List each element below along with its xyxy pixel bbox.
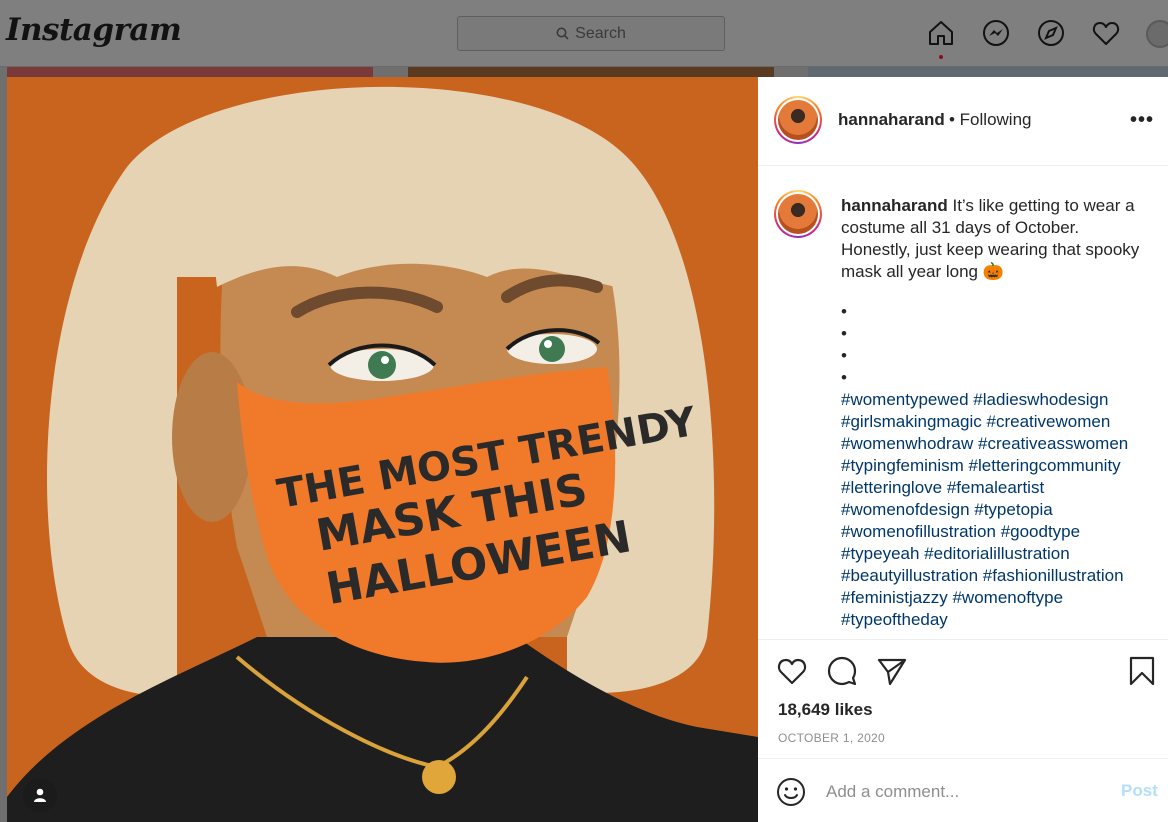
search-box[interactable]: Search [457, 16, 725, 51]
post-date[interactable]: OCTOBER 1, 2020 [778, 731, 885, 745]
save-bookmark-icon[interactable] [1126, 655, 1158, 687]
user-icon [34, 788, 46, 802]
search-placeholder: Search [575, 24, 626, 42]
post-header: hannaharand • Following ••• [758, 77, 1168, 166]
caption-hashtags[interactable]: #womentypewed #ladieswhodesign #girlsmak… [841, 389, 1151, 631]
share-icon[interactable] [876, 655, 908, 687]
comment-input[interactable] [826, 777, 1106, 807]
author-username[interactable]: hannaharand [838, 110, 945, 130]
post-actions-section: 18,649 likes OCTOBER 1, 2020 Post [758, 639, 1168, 822]
pumpkin-pendant [422, 760, 456, 794]
active-indicator [939, 55, 943, 59]
comment-bar: Post [758, 758, 1168, 822]
caption-dots: • • • • [841, 302, 847, 387]
home-icon[interactable] [926, 18, 956, 48]
illustration-artwork: THE MOST TRENDY MASK THIS HALLOWEEN [7, 77, 758, 822]
post-comment-button[interactable]: Post [1121, 781, 1158, 801]
messenger-icon[interactable] [981, 18, 1011, 48]
search-icon [556, 27, 569, 40]
following-status[interactable]: • Following [949, 110, 1032, 130]
like-heart-icon[interactable] [776, 655, 808, 687]
caption-username[interactable]: hannaharand [841, 196, 948, 215]
caption-author-avatar[interactable] [774, 190, 822, 238]
top-navigation-bar: Instagram Search [0, 0, 1168, 67]
author-avatar[interactable] [774, 96, 822, 144]
heart-icon[interactable] [1091, 18, 1121, 48]
post-image[interactable]: THE MOST TRENDY MASK THIS HALLOWEEN [7, 77, 758, 822]
instagram-logo[interactable]: Instagram [6, 12, 182, 48]
emoji-icon[interactable] [776, 777, 806, 807]
more-options-icon[interactable]: ••• [1130, 109, 1154, 132]
post-caption: hannaharand It’s like getting to wear a … [841, 195, 1151, 631]
comment-icon[interactable] [826, 655, 858, 687]
post-details-panel: hannaharand • Following ••• hannaharand … [758, 77, 1168, 822]
explore-icon[interactable] [1036, 18, 1066, 48]
profile-avatar[interactable] [1146, 20, 1168, 48]
tagged-users-button[interactable] [23, 778, 57, 812]
ear-shape [172, 352, 252, 522]
like-count[interactable]: 18,649 likes [778, 700, 873, 720]
